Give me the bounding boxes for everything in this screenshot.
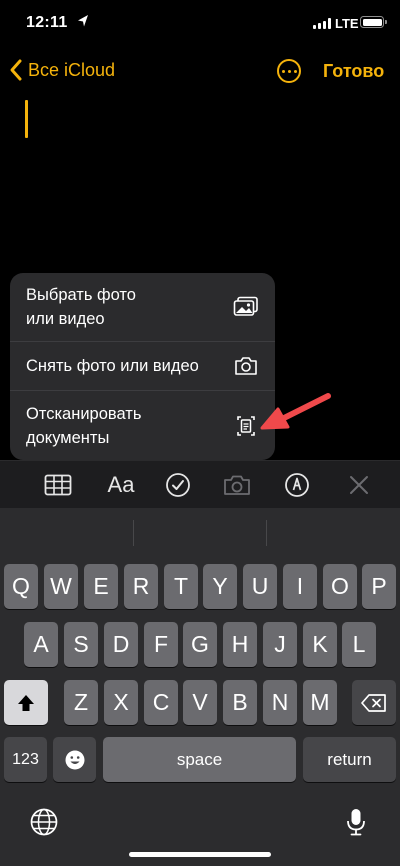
key-a[interactable]: A — [24, 622, 58, 667]
format-toolbar: Aa — [0, 460, 400, 508]
key-m[interactable]: M — [303, 680, 337, 725]
status-time: 12:11 — [26, 14, 68, 31]
close-icon[interactable] — [343, 469, 375, 501]
globe-icon[interactable] — [28, 806, 60, 838]
key-r[interactable]: R — [124, 564, 158, 609]
menu-item-take-photo[interactable]: Снять фото или видео — [10, 342, 275, 390]
key-p[interactable]: P — [362, 564, 396, 609]
menu-item-label: Выбрать фото или видео — [26, 286, 136, 328]
signal-icon — [313, 18, 331, 29]
annotation-arrow-icon — [260, 393, 331, 430]
predictive-bar — [0, 508, 400, 550]
key-i[interactable]: I — [283, 564, 317, 609]
delete-key[interactable] — [352, 680, 396, 725]
key-e[interactable]: E — [84, 564, 118, 609]
home-indicator[interactable] — [129, 852, 271, 857]
key-y[interactable]: Y — [203, 564, 237, 609]
emoji-icon — [65, 750, 84, 769]
key-u[interactable]: U — [243, 564, 277, 609]
key-l[interactable]: L — [342, 622, 376, 667]
key-x[interactable]: X — [104, 680, 138, 725]
back-button-label: Все iCloud — [28, 59, 116, 80]
shift-key[interactable] — [4, 680, 48, 725]
key-o[interactable]: O — [323, 564, 357, 609]
microphone-icon[interactable] — [340, 806, 372, 838]
text-format-icon[interactable]: Aa — [104, 469, 138, 501]
back-button[interactable]: Все iCloud — [8, 58, 115, 82]
document-scanner-icon — [233, 415, 259, 437]
key-q[interactable]: Q — [4, 564, 38, 609]
key-s[interactable]: S — [64, 622, 98, 667]
menu-item-choose-photo[interactable]: Выбрать фото или видео — [10, 273, 275, 341]
space-key[interactable]: space — [103, 737, 296, 782]
camera-icon[interactable] — [221, 469, 253, 501]
predictive-divider — [133, 520, 134, 546]
location-arrow-icon — [78, 15, 88, 27]
status-bar: 12:11 LTE — [0, 0, 400, 46]
photo-library-icon — [233, 296, 259, 318]
key-n[interactable]: N — [263, 680, 297, 725]
backspace-icon — [361, 693, 386, 712]
checklist-icon[interactable] — [162, 469, 194, 501]
chevron-left-icon — [10, 59, 22, 81]
camera-icon — [233, 355, 259, 377]
key-v[interactable]: V — [183, 680, 217, 725]
key-j[interactable]: J — [263, 622, 297, 667]
menu-item-label: Снять фото или видео — [26, 357, 199, 375]
navigation-bar: Все iCloud Готово — [0, 48, 400, 94]
menu-item-label: Отсканировать документы — [26, 404, 142, 447]
key-f[interactable]: F — [144, 622, 178, 667]
key-z[interactable]: Z — [64, 680, 98, 725]
key-c[interactable]: C — [144, 680, 178, 725]
table-icon[interactable] — [42, 469, 74, 501]
more-options-icon[interactable] — [277, 59, 301, 83]
battery-icon — [360, 16, 387, 28]
shift-arrow-icon — [18, 694, 34, 711]
key-w[interactable]: W — [44, 564, 78, 609]
numbers-key[interactable]: 123 — [4, 737, 47, 782]
attachment-menu: Выбрать фото или видео Снять фото или ви… — [10, 273, 275, 460]
network-type: LTE — [335, 16, 359, 31]
emoji-key[interactable] — [53, 737, 96, 782]
key-t[interactable]: T — [164, 564, 198, 609]
return-key[interactable]: return — [303, 737, 396, 782]
key-k[interactable]: K — [303, 622, 337, 667]
done-button[interactable]: Готово — [323, 61, 384, 82]
text-cursor — [25, 100, 28, 138]
key-b[interactable]: B — [223, 680, 257, 725]
predictive-divider — [266, 520, 267, 546]
key-d[interactable]: D — [104, 622, 138, 667]
menu-item-scan-documents[interactable]: Отсканировать документы — [10, 391, 275, 460]
key-g[interactable]: G — [183, 622, 217, 667]
key-h[interactable]: H — [223, 622, 257, 667]
markup-pen-icon[interactable] — [281, 469, 313, 501]
